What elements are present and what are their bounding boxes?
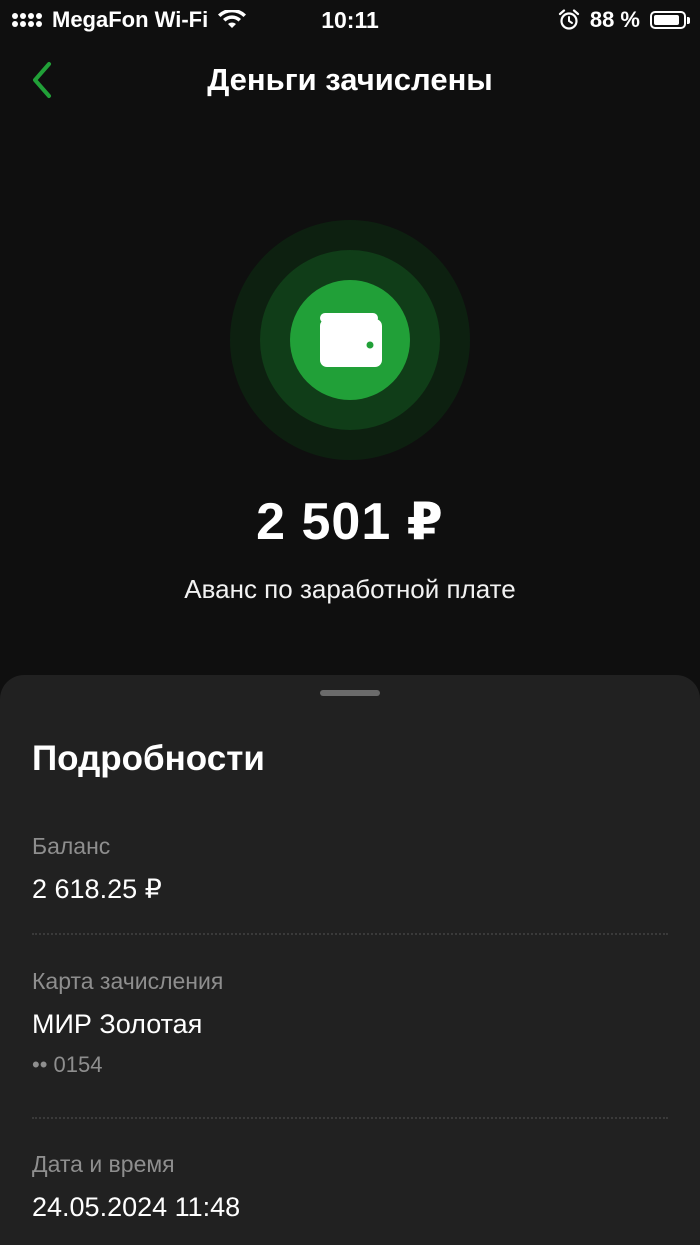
screen: MegaFon Wi-Fi 10:11 88 % Деньги зачислен… [0,0,700,1245]
details-title: Подробности [32,739,265,778]
datetime-value: 24.05.2024 11:48 [32,1192,241,1222]
status-icon [230,220,470,460]
balance-row: Баланс 2 618.25 ₽ [32,833,668,905]
divider [32,1117,668,1119]
page-title: Деньги зачислены [207,62,493,97]
card-number: •• 0154 [32,1052,103,1077]
details-sheet: Подробности Баланс 2 618.25 ₽ Карта зачи… [0,675,700,1245]
status-bar: MegaFon Wi-Fi 10:11 88 % [0,0,700,40]
card-label: Карта зачисления [32,968,224,994]
balance-value: 2 618.25 ₽ [32,874,162,904]
datetime-row: Дата и время 24.05.2024 11:48 [32,1151,668,1223]
amount: 2 501 ₽ [256,493,444,551]
sheet-handle[interactable] [320,690,380,696]
divider [32,933,668,935]
balance-label: Баланс [32,833,111,859]
card-row: Карта зачисления МИР Золотая •• 0154 [32,968,668,1078]
clock: 10:11 [321,7,379,33]
datetime-label: Дата и время [32,1151,175,1177]
transaction-description: Аванс по заработной плате [184,574,516,604]
battery-icon [650,11,690,29]
card-name: МИР Золотая [32,1009,203,1039]
wallet-icon [320,313,382,367]
battery-fill [654,15,679,25]
header: Деньги зачислены [0,50,700,110]
